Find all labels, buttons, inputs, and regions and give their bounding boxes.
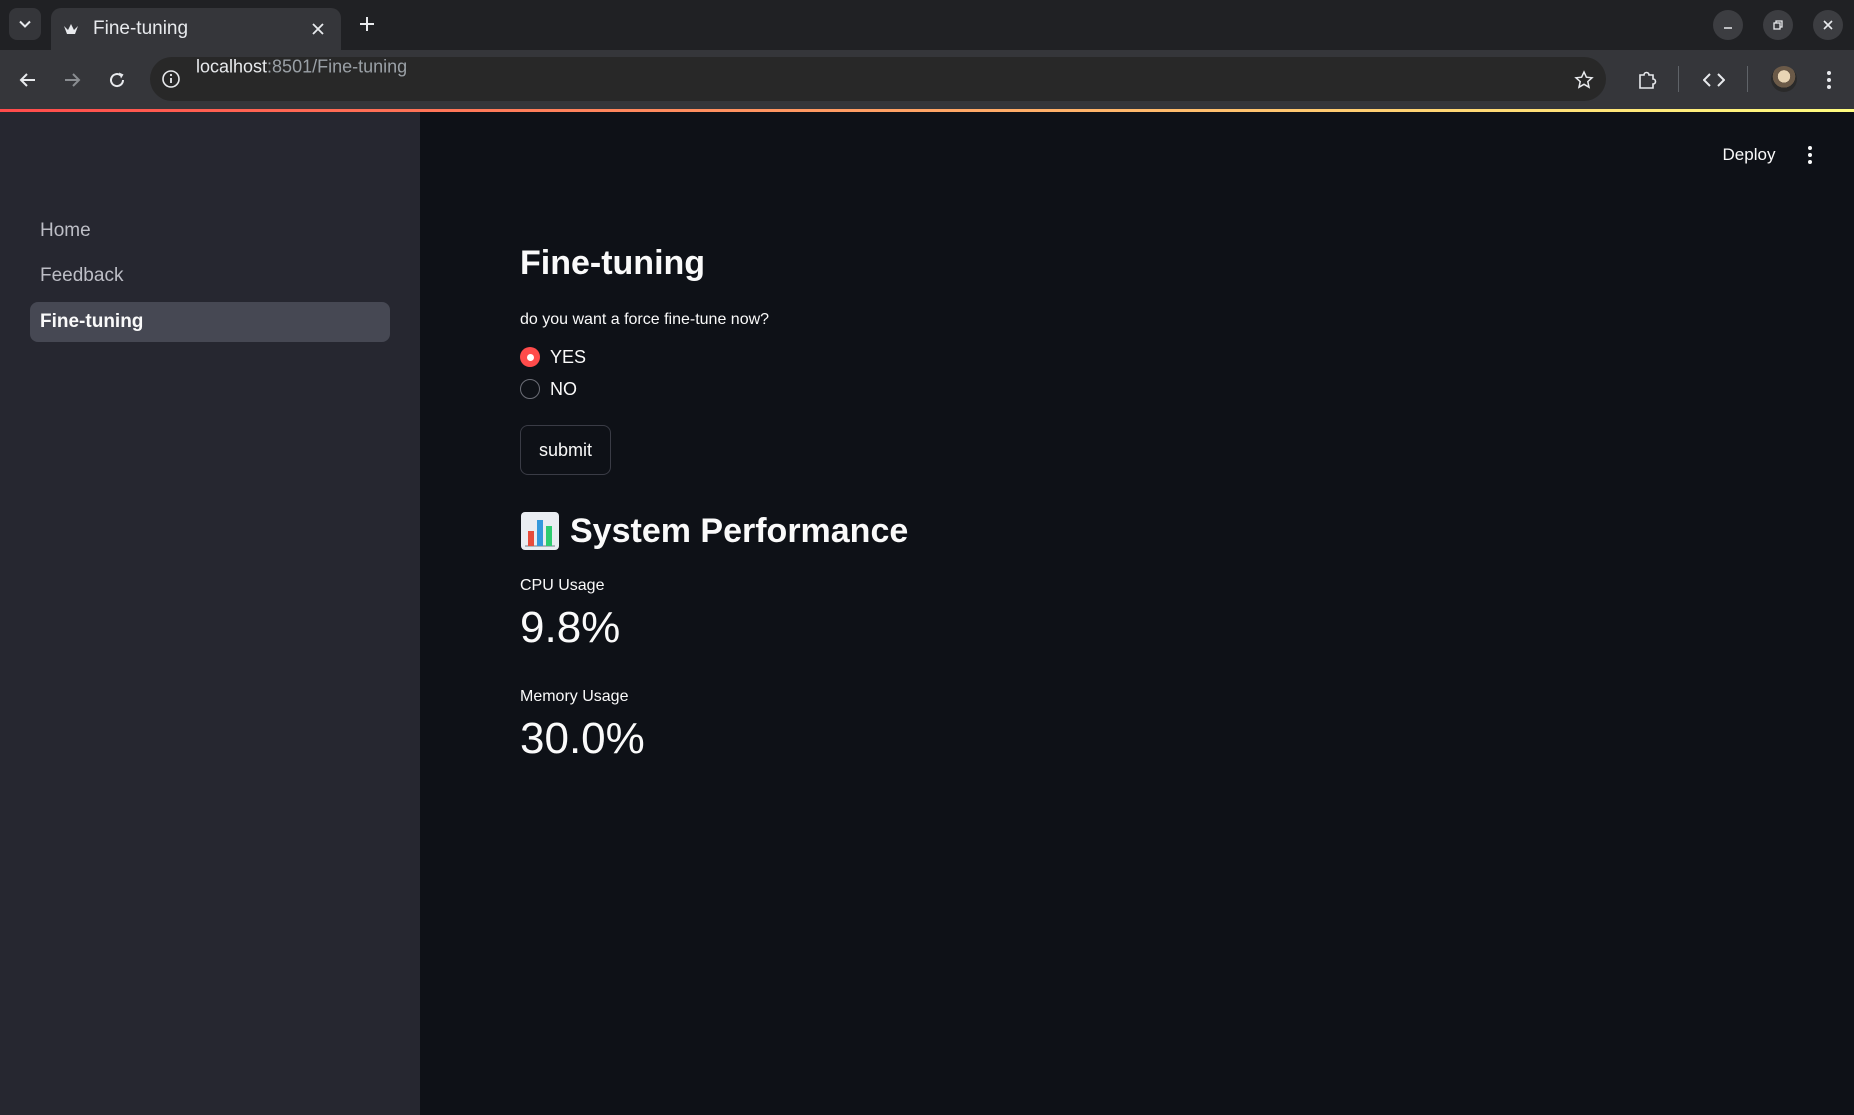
sidebar-item-home[interactable]: Home [30, 211, 390, 251]
radio-button[interactable] [520, 379, 540, 399]
close-icon [1823, 20, 1833, 30]
close-window-button[interactable] [1813, 10, 1843, 40]
metric-label-cpu: CPU Usage [520, 577, 605, 594]
radio-label: NO [550, 378, 577, 399]
arrow-right-icon [65, 73, 81, 87]
reload-icon [110, 72, 125, 88]
metric-value-memory: 30.0% [520, 714, 645, 763]
minimize-icon [1724, 27, 1732, 29]
close-icon [312, 23, 324, 35]
new-tab-button[interactable] [352, 9, 382, 39]
restore-button[interactable] [1763, 10, 1793, 40]
sidebar: Home Feedback Fine-tuning [0, 112, 420, 1115]
bar-chart-icon [521, 512, 559, 550]
browser-menu-button[interactable] [1812, 63, 1846, 97]
browser-tabstrip: Fine-tuning [0, 0, 1854, 50]
profile-avatar[interactable] [1771, 66, 1797, 92]
submit-button[interactable]: submit [520, 425, 611, 475]
deploy-button[interactable]: Deploy [1710, 140, 1788, 170]
reload-button[interactable] [101, 64, 133, 96]
radio-option-yes[interactable]: YES [520, 344, 586, 370]
app-menu-button[interactable] [1797, 140, 1823, 170]
more-vertical-icon [1808, 146, 1812, 164]
radio-question: do you want a force fine-tune now? [520, 311, 770, 328]
arrow-left-icon [19, 73, 35, 87]
metric-value-cpu: 9.8% [520, 603, 621, 652]
url-path: :8501/Fine-tuning [267, 56, 408, 77]
radio-label: YES [550, 346, 587, 367]
code-icon [1703, 73, 1725, 87]
toolbar-divider [1678, 66, 1679, 92]
plus-icon [360, 17, 374, 31]
tab-title: Fine-tuning [93, 18, 189, 39]
url-text[interactable]: localhost:8501/Fine-tuning [196, 57, 407, 78]
minimize-button[interactable] [1713, 10, 1743, 40]
metric-label-memory: Memory Usage [520, 688, 629, 705]
radio-button-checked[interactable] [520, 347, 540, 367]
browser-tab[interactable]: Fine-tuning [51, 8, 341, 50]
radio-option-no[interactable]: NO [520, 376, 577, 402]
chevron-down-icon [19, 20, 31, 28]
star-icon [1574, 70, 1594, 89]
devtools-button[interactable] [1697, 63, 1731, 97]
url-host: localhost [196, 56, 268, 77]
sidebar-item-label: Feedback [40, 265, 124, 286]
sidebar-item-label: Home [40, 220, 91, 241]
section-title-text: System Performance [570, 511, 909, 550]
sidebar-item-fine-tuning[interactable]: Fine-tuning [30, 302, 390, 342]
restore-icon [1773, 20, 1783, 30]
forward-button[interactable] [56, 64, 88, 96]
sidebar-item-label: Fine-tuning [40, 311, 144, 332]
sidebar-item-feedback[interactable]: Feedback [30, 256, 390, 296]
page-title: Fine-tuning [520, 244, 706, 282]
bookmark-button[interactable] [1567, 63, 1601, 97]
section-title: System Performance [520, 511, 908, 551]
more-vertical-icon [1827, 71, 1831, 89]
streamlit-favicon-icon [64, 24, 78, 34]
extensions-button[interactable] [1630, 63, 1664, 97]
info-icon [162, 70, 180, 88]
close-tab-button[interactable] [305, 16, 331, 42]
puzzle-icon [1639, 71, 1657, 89]
back-button[interactable] [12, 64, 44, 96]
toolbar-divider [1747, 66, 1748, 92]
tab-search-button[interactable] [9, 8, 41, 40]
